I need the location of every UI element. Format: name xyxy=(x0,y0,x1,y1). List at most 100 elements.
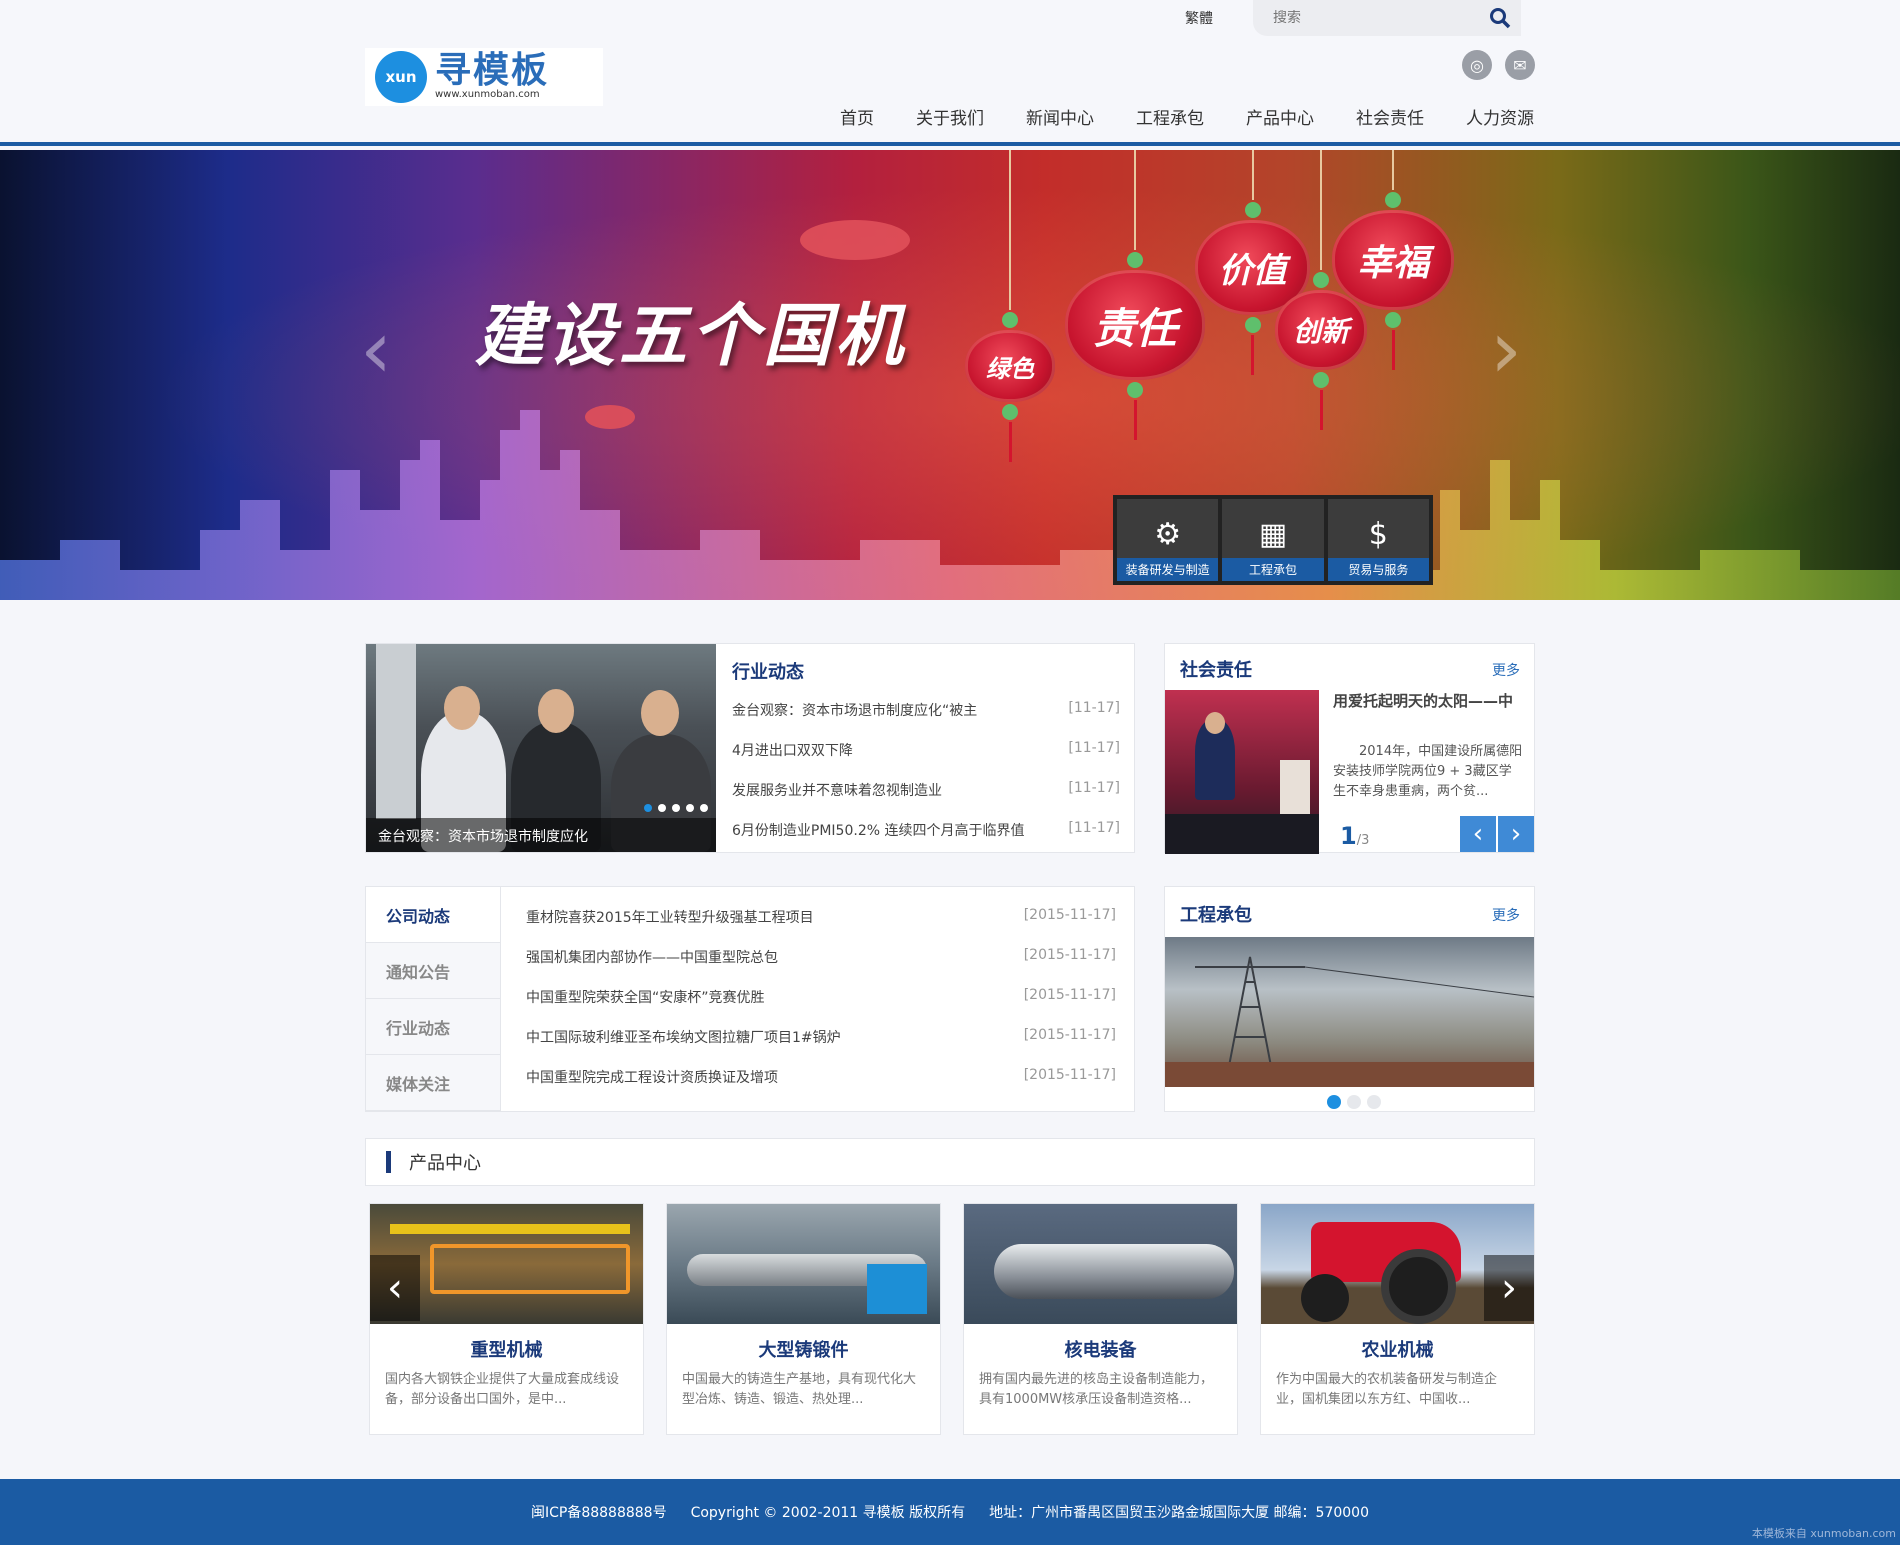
industry-news-title: 行业动态 xyxy=(732,662,804,683)
tab-notices[interactable]: 通知公告 xyxy=(366,943,500,999)
product-desc: 作为中国最大的农机装备研发与制造企业，国机集团以东方红、中国收... xyxy=(1276,1372,1498,1407)
logo-mark: xun xyxy=(375,51,427,103)
engineering-title: 工程承包 xyxy=(1180,905,1252,926)
products-next-arrow[interactable]: › xyxy=(1484,1255,1534,1321)
slider-dot[interactable] xyxy=(672,804,680,812)
cloud-decoration xyxy=(585,405,635,429)
industry-news-photo[interactable]: 金台观察：资本市场退市制度应化 xyxy=(366,644,716,852)
site-logo[interactable]: xun 寻模板 www.xunmoban.com xyxy=(365,48,603,106)
nav-engineering[interactable]: 工程承包 xyxy=(1136,104,1204,129)
weibo-icon[interactable]: ◎ xyxy=(1462,50,1492,80)
lantern: 责任 xyxy=(1065,150,1205,440)
cloud-decoration xyxy=(800,220,910,260)
site-footer: 闽ICP备88888888号 Copyright © 2002-2011 寻模板… xyxy=(0,1479,1900,1545)
nav-home[interactable]: 首页 xyxy=(840,104,874,129)
engineering-photo[interactable] xyxy=(1165,937,1534,1087)
logo-title: 寻模板 xyxy=(435,50,550,91)
top-bar: 繁體 xyxy=(1185,0,1521,36)
search-box xyxy=(1253,0,1521,36)
product-name: 农业机械 xyxy=(1361,1340,1434,1361)
tab-media[interactable]: 媒体关注 xyxy=(366,1055,500,1111)
banner-slogan: 建设五个国机 xyxy=(475,297,908,376)
language-toggle[interactable]: 繁體 xyxy=(1185,8,1213,28)
slider-dot[interactable] xyxy=(644,804,652,812)
product-image xyxy=(667,1204,940,1324)
footer-copyright: Copyright © 2002-2011 寻模板 版权所有 xyxy=(690,1505,966,1521)
nav-hr[interactable]: 人力资源 xyxy=(1466,104,1534,129)
city-skyline-image xyxy=(0,410,1900,600)
slider-dot[interactable] xyxy=(1327,1095,1341,1109)
service-engineering[interactable]: ▦ 工程承包 xyxy=(1222,499,1324,581)
product-desc: 拥有国内最先进的核岛主设备制造能力，具有1000MW核承压设备制造资格... xyxy=(979,1372,1214,1407)
nav-social[interactable]: 社会责任 xyxy=(1356,104,1424,129)
company-news-panel: 公司动态 通知公告 行业动态 媒体关注 重材院喜获2015年工业转型升级强基工程… xyxy=(365,886,1135,1112)
footer-credit[interactable]: 本模板来自 xunmoban.com xyxy=(1752,1525,1896,1541)
lantern: 绿色 xyxy=(965,150,1055,462)
footer-icp: 闽ICP备88888888号 xyxy=(530,1505,667,1521)
list-item[interactable]: 强国机集团内部协作——中国重型院总包 [2015-11-17] xyxy=(526,947,1116,987)
social-more-link[interactable]: 更多 xyxy=(1492,660,1520,680)
main-nav: 首页 关于我们 新闻中心 工程承包 产品中心 社会责任 人力资源 xyxy=(840,104,1576,129)
social-prev-button[interactable]: ‹ xyxy=(1460,816,1496,852)
list-item[interactable]: 重材院喜获2015年工业转型升级强基工程项目 [2015-11-17] xyxy=(526,907,1116,947)
service-shortcuts: ⚙ 装备研发与制造 ▦ 工程承包 $ 贸易与服务 xyxy=(1113,495,1433,585)
products-title: 产品中心 xyxy=(409,1153,481,1174)
banner-next-arrow[interactable]: › xyxy=(1490,310,1522,390)
hero-banner: ‹ › 建设五个国机 绿色 责任 价值 创新 幸福 ⚙ 装备研发与制造 ▦ 工程… xyxy=(0,150,1900,600)
social-next-button[interactable]: › xyxy=(1498,816,1534,852)
engineering-slider-dots xyxy=(1327,1095,1381,1109)
list-item[interactable]: 发展服务业并不意味着忽视制造业 [11-17] xyxy=(732,780,1120,820)
nav-about[interactable]: 关于我们 xyxy=(916,104,984,129)
list-item[interactable]: 6月份制造业PMI50.2% 连续四个月高于临界值 [11-17] xyxy=(732,820,1120,860)
lantern: 幸福 xyxy=(1332,150,1454,370)
nav-products[interactable]: 产品中心 xyxy=(1246,104,1314,129)
product-card[interactable]: 核电装备 拥有国内最先进的核岛主设备制造能力，具有1000MW核承压设备制造资格… xyxy=(963,1203,1238,1435)
product-desc: 国内各大钢铁企业提供了大量成套成线设备，部分设备出口国外，是中... xyxy=(385,1372,620,1407)
factory-icon: ▦ xyxy=(1258,517,1288,552)
search-input[interactable] xyxy=(1273,10,1473,26)
logo-url: www.xunmoban.com xyxy=(435,89,540,100)
news-tabs: 公司动态 通知公告 行业动态 媒体关注 xyxy=(366,887,501,1111)
service-trade[interactable]: $ 贸易与服务 xyxy=(1327,499,1429,581)
tab-industry[interactable]: 行业动态 xyxy=(366,999,500,1055)
product-name: 大型铸锻件 xyxy=(758,1340,849,1361)
search-icon[interactable] xyxy=(1489,7,1511,29)
gears-icon: ⚙ xyxy=(1154,517,1182,552)
product-name: 重型机械 xyxy=(470,1340,543,1361)
product-image xyxy=(964,1204,1237,1324)
slider-dot[interactable] xyxy=(686,804,694,812)
banner-prev-arrow[interactable]: ‹ xyxy=(360,310,392,390)
photo-caption: 金台观察：资本市场退市制度应化 xyxy=(366,818,716,852)
industry-news-panel: 金台观察：资本市场退市制度应化 行业动态 金台观察：资本市场退市制度应化“被主[… xyxy=(365,643,1135,853)
slider-dot[interactable] xyxy=(1367,1095,1381,1109)
wechat-icon[interactable]: ✉ xyxy=(1505,50,1535,80)
engineering-panel: 工程承包 更多 xyxy=(1164,886,1535,1112)
product-name: 核电装备 xyxy=(1064,1340,1137,1361)
social-headline[interactable]: 用爱托起明天的太阳——中 xyxy=(1333,690,1523,712)
list-item[interactable]: 中国重型院荣获全国“安康杯”竞赛优胜 [2015-11-17] xyxy=(526,987,1116,1027)
list-item[interactable]: 4月进出口双双下降 [11-17] xyxy=(732,740,1120,780)
product-desc: 中国最大的铸造生产基地，具有现代化大型冶炼、铸造、锻造、热处理... xyxy=(682,1372,917,1407)
service-manufacturing[interactable]: ⚙ 装备研发与制造 xyxy=(1117,499,1219,581)
footer-address: 地址：广州市番禺区国贸玉沙路金城国际大厦 邮编：570000 xyxy=(989,1505,1370,1521)
social-pager: 1 /3 xyxy=(1340,822,1370,850)
list-item[interactable]: 中国重型院完成工程设计资质换证及增项 [2015-11-17] xyxy=(526,1067,1116,1107)
engineering-more-link[interactable]: 更多 xyxy=(1492,905,1520,925)
site-header: 繁體 xun 寻模板 www.xunmoban.com ◎ ✉ 首页 关于我们 … xyxy=(0,0,1900,146)
tab-company-news[interactable]: 公司动态 xyxy=(366,887,500,943)
social-photo[interactable] xyxy=(1165,690,1319,854)
social-responsibility-panel: 社会责任 更多 用爱托起明天的太阳——中 2014年，中国建设所属德阳安装技师学… xyxy=(1164,643,1535,854)
slider-dot[interactable] xyxy=(1347,1095,1361,1109)
products-prev-arrow[interactable]: ‹ xyxy=(370,1255,420,1321)
products-header: 产品中心 xyxy=(365,1138,1535,1186)
list-item[interactable]: 中工国际玻利维亚圣布埃纳文图拉糖厂项目1#锅炉 [2015-11-17] xyxy=(526,1027,1116,1067)
social-summary: 2014年，中国建设所属德阳安装技师学院两位9 + 3藏区学生不幸身患重病，两个… xyxy=(1333,744,1523,799)
slider-dot[interactable] xyxy=(700,804,708,812)
product-card[interactable]: 大型铸锻件 中国最大的铸造生产基地，具有现代化大型冶炼、铸造、锻造、热处理... xyxy=(666,1203,941,1435)
social-title: 社会责任 xyxy=(1180,660,1252,681)
list-item[interactable]: 金台观察：资本市场退市制度应化“被主 [11-17] xyxy=(732,700,1120,740)
nav-news[interactable]: 新闻中心 xyxy=(1026,104,1094,129)
slider-dot[interactable] xyxy=(658,804,666,812)
industry-slider-dots xyxy=(644,804,708,812)
money-bag-icon: $ xyxy=(1368,517,1388,552)
